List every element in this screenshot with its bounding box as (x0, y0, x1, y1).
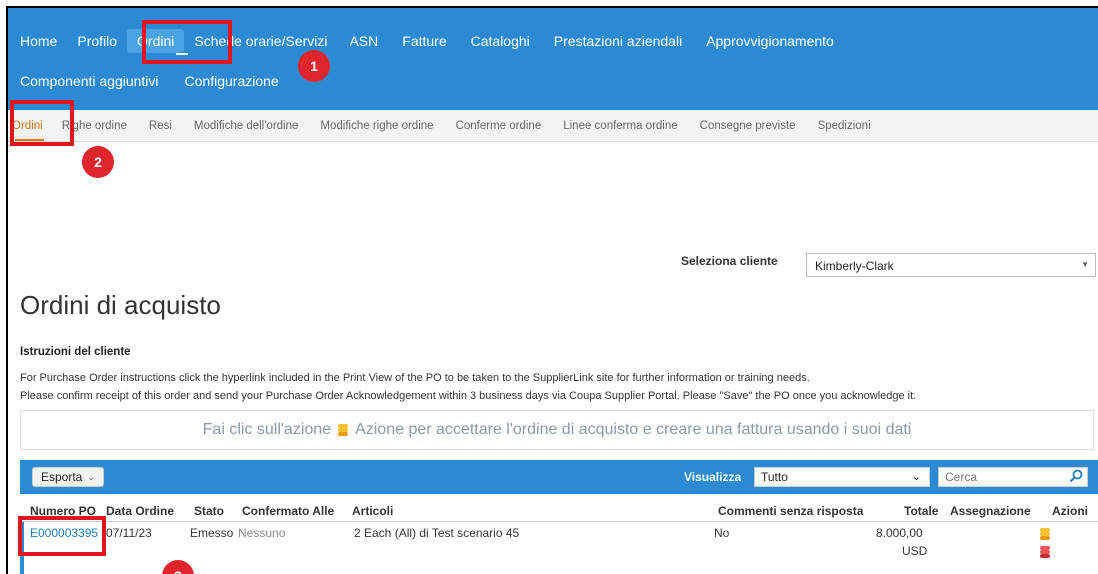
confirmed-value: Nessuno (238, 526, 286, 540)
acknowledge-action-icon[interactable] (1038, 528, 1052, 542)
col-confermato-alle[interactable]: Confermato Alle (242, 504, 334, 518)
view-label: Visualizza (684, 470, 742, 484)
subtab-modifiche-ordine[interactable]: Modifiche dell'ordine (183, 120, 309, 132)
order-items: 2 Each (All) di Test scenario 45 (354, 526, 520, 540)
nav-prestazioni[interactable]: Prestazioni aziendali (542, 33, 694, 49)
order-currency: USD (902, 544, 928, 558)
unanswered-comments: No (714, 526, 730, 540)
sub-nav: Ordini Righe ordine Resi Modifiche dell'… (8, 110, 1098, 142)
nav-home[interactable]: Home (10, 33, 67, 49)
col-articoli[interactable]: Articoli (352, 504, 393, 518)
subtab-resi[interactable]: Resi (138, 120, 183, 132)
annotation-badge-1: 1 (298, 50, 330, 82)
col-totale[interactable]: Totale (904, 504, 938, 518)
search-input[interactable]: Cerca (938, 467, 1088, 487)
export-button[interactable]: Esporta ⌄ (32, 467, 104, 487)
chevron-down-icon: ⌄ (87, 471, 95, 482)
subtab-modifiche-righe[interactable]: Modifiche righe ordine (309, 120, 444, 132)
order-total: 8.000,00 (876, 526, 923, 540)
subtab-linee-conferma[interactable]: Linee conferma ordine (552, 120, 688, 132)
instructions-line-2: Please confirm receipt of this order and… (20, 390, 917, 402)
table-toolbar: Esporta ⌄ Visualizza Tutto ⌄ Cerca (20, 460, 1098, 494)
order-status: Emesso (190, 526, 234, 540)
nav-fatture[interactable]: Fatture (390, 33, 458, 49)
export-label: Esporta (41, 470, 83, 484)
nav-profilo[interactable]: Profilo (67, 33, 127, 49)
subtab-spedizioni[interactable]: Spedizioni (807, 120, 882, 132)
annotation-highlight-ordini (142, 20, 232, 64)
nav-cataloghi[interactable]: Cataloghi (459, 33, 542, 49)
customer-value: Kimberly-Clark (815, 259, 894, 273)
subtab-conferme-ordine[interactable]: Conferme ordine (445, 120, 553, 132)
nav-componenti-aggiuntivi[interactable]: Componenti aggiuntivi (10, 73, 169, 89)
nav-approvvigionamento[interactable]: Approvvigionamento (694, 33, 846, 49)
annotation-highlight-po (18, 516, 106, 556)
annotation-badge-2: 2 (82, 146, 114, 178)
dropdown-arrow-icon: ▼ (1081, 260, 1089, 269)
notice-text-after: Azione per accettare l'ordine di acquist… (355, 421, 912, 438)
coins-icon (336, 423, 350, 437)
order-date: 07/11/23 (106, 526, 152, 540)
col-azioni[interactable]: Azioni (1052, 504, 1088, 518)
table-header: Numero PO Data Ordine Stato Confermato A… (20, 498, 1098, 522)
notice-text-before: Fai clic sull'azione (202, 421, 332, 438)
view-select[interactable]: Tutto ⌄ (754, 467, 930, 487)
customer-label: Seleziona cliente (681, 254, 778, 268)
col-stato[interactable]: Stato (194, 504, 224, 518)
annotation-highlight-subtab (10, 100, 74, 146)
subtab-consegne-previste[interactable]: Consegne previste (689, 120, 807, 132)
instructions-line-1: For Purchase Order instructions click th… (20, 372, 810, 384)
nav-asn[interactable]: ASN (337, 33, 390, 49)
search-icon[interactable] (1069, 469, 1083, 483)
customer-select[interactable]: Kimberly-Clark ▼ (806, 253, 1096, 277)
page-title: Ordini di acquisto (20, 290, 221, 320)
col-data-ordine[interactable]: Data Ordine (106, 504, 174, 518)
search-placeholder: Cerca (945, 470, 978, 484)
col-assegnazione[interactable]: Assegnazione (950, 504, 1031, 518)
view-value: Tutto (761, 470, 788, 484)
instructions-title: Istruzioni del cliente (20, 346, 131, 358)
app-window: Home Profilo Ordini Schede orarie/Serviz… (6, 6, 1098, 574)
create-invoice-icon[interactable] (1038, 546, 1052, 560)
action-notice: Fai clic sull'azione Azione per accettar… (20, 410, 1094, 450)
chevron-down-icon: ⌄ (911, 471, 921, 483)
col-commenti[interactable]: Commenti senza risposta (718, 504, 863, 518)
nav-configurazione[interactable]: Configurazione (169, 73, 289, 89)
